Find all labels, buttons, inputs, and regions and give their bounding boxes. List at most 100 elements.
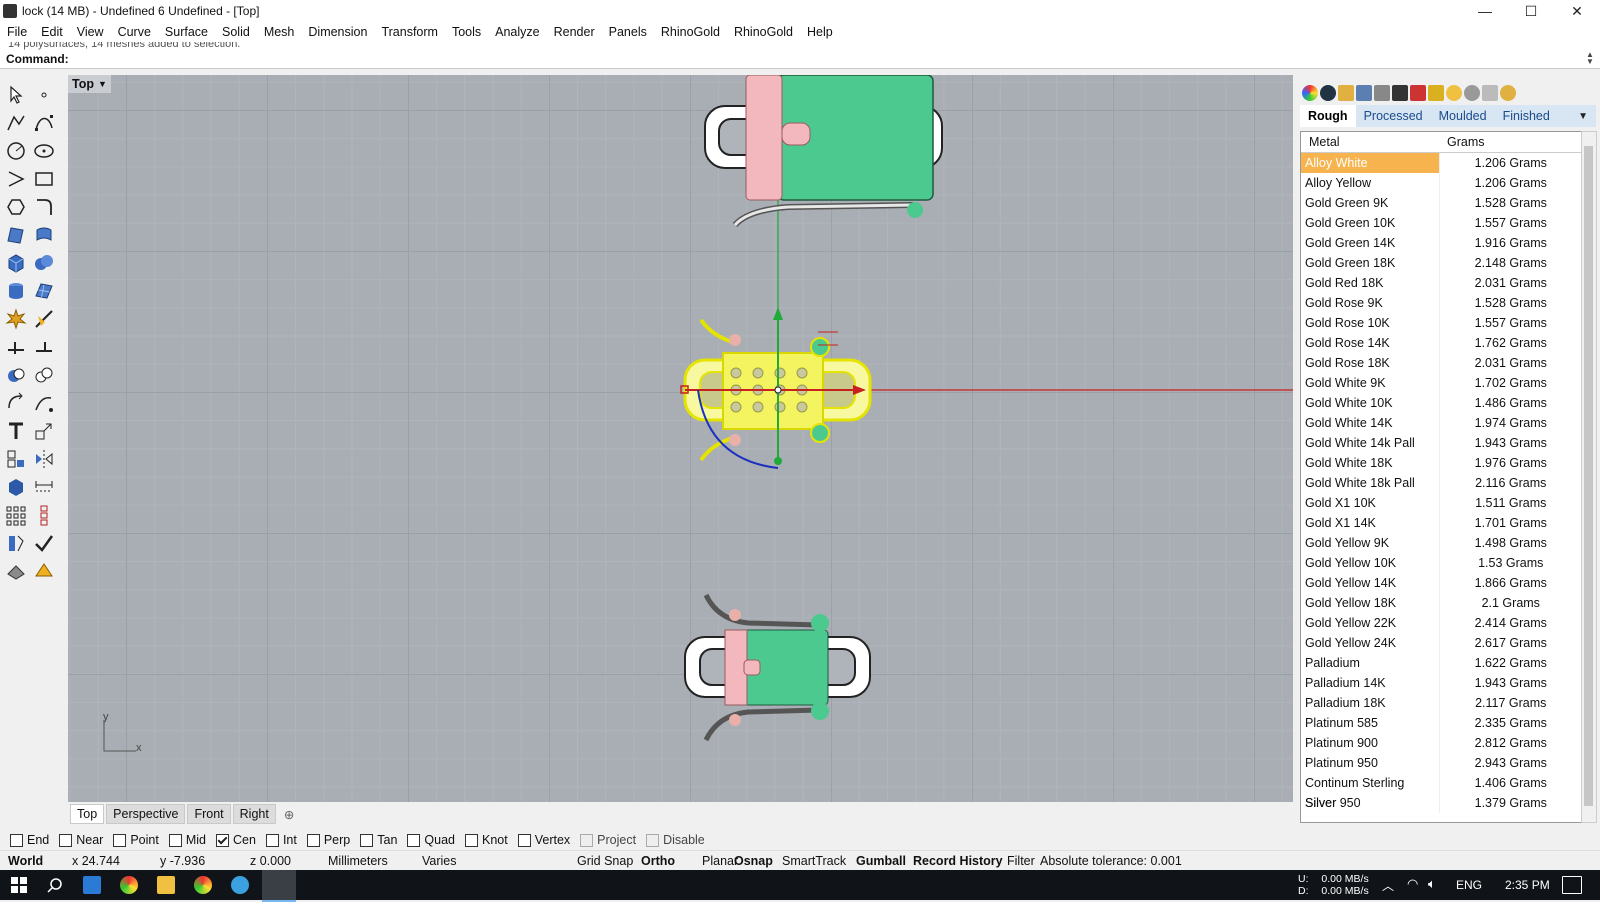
table-row[interactable]: Gold X1 10K 1.511 Grams [1301, 493, 1582, 513]
explode-icon[interactable] [5, 308, 27, 330]
table-row[interactable]: Palladium 1.622 Grams [1301, 653, 1582, 673]
split-icon[interactable] [5, 336, 27, 358]
rhino-taskbar-icon[interactable] [262, 870, 296, 902]
monitor-icon[interactable] [1392, 85, 1408, 101]
table-row[interactable]: Gold Yellow 9K 1.498 Grams [1301, 533, 1582, 553]
palette-icon[interactable] [1500, 85, 1516, 101]
checkbox-icon[interactable] [517, 833, 531, 847]
check-icon[interactable] [33, 532, 55, 554]
sphere-union-icon[interactable] [33, 252, 55, 274]
rhinogold-icon[interactable] [1428, 85, 1444, 101]
polygon-icon[interactable] [5, 196, 27, 218]
gumball-toggle[interactable]: Gumball [856, 854, 906, 868]
table-row[interactable]: Gold White 18K 1.976 Grams [1301, 453, 1582, 473]
menu-surface[interactable]: Surface [158, 22, 215, 42]
osnap-int[interactable]: Int [265, 833, 297, 847]
orient-curve-icon[interactable] [33, 392, 55, 414]
minimize-button[interactable]: — [1462, 0, 1508, 24]
table-row[interactable]: Alloy White 1.206 Grams [1301, 153, 1582, 173]
table-row[interactable]: Gold Rose 9K 1.528 Grams [1301, 293, 1582, 313]
scale-icon[interactable] [33, 420, 55, 442]
table-row[interactable]: Gold Yellow 24K 2.617 Grams [1301, 633, 1582, 653]
color-wheel-icon[interactable] [1302, 85, 1318, 101]
language-indicator[interactable]: ENG [1456, 878, 1482, 892]
select-arrow-icon[interactable] [5, 84, 27, 106]
material-ball-icon[interactable] [1320, 85, 1336, 101]
mirror-icon[interactable] [33, 448, 55, 470]
material-icon[interactable] [33, 560, 55, 582]
gear-icon[interactable] [1464, 85, 1480, 101]
checkbox-icon[interactable] [216, 833, 229, 847]
table-row[interactable]: Gold Yellow 10K 1.53 Grams [1301, 553, 1582, 573]
wrench-icon[interactable] [1374, 85, 1390, 101]
table-row[interactable]: Continum Sterling Silver 1.406 Grams [1301, 773, 1582, 810]
search-icon[interactable] [46, 876, 64, 894]
table-row[interactable]: Gold White 14k Pall 1.943 Grams [1301, 433, 1582, 453]
maximize-button[interactable]: ☐ [1508, 0, 1554, 24]
image-icon[interactable] [1356, 85, 1372, 101]
osnap-perp[interactable]: Perp [306, 833, 350, 847]
polyline-icon[interactable] [5, 112, 27, 134]
column-metal[interactable]: Metal [1301, 132, 1439, 152]
table-row[interactable]: Alloy Yellow 1.206 Grams [1301, 173, 1582, 193]
checkbox-icon[interactable] [360, 833, 374, 847]
checkbox-icon[interactable] [407, 833, 421, 847]
solid-box-icon[interactable] [5, 476, 27, 498]
record-history-toggle[interactable]: Record History [913, 854, 1003, 868]
analyze-icon[interactable] [5, 532, 27, 554]
table-row[interactable]: Palladium 14K 1.943 Grams [1301, 673, 1582, 693]
tray-chevron-icon[interactable]: ︿ [1382, 877, 1394, 894]
render-icon[interactable] [5, 560, 27, 582]
planar-toggle[interactable]: Planar [702, 854, 738, 868]
tab-moulded[interactable]: Moulded [1431, 109, 1495, 123]
layer-label[interactable]: Varies [422, 854, 457, 868]
checkbox-icon[interactable] [168, 833, 182, 847]
table-row[interactable]: Gold Green 14K 1.916 Grams [1301, 233, 1582, 253]
calendar-icon[interactable] [1482, 85, 1498, 101]
menu-transform[interactable]: Transform [374, 22, 445, 42]
table-row[interactable]: Silver 950 1.379 Grams [1301, 793, 1582, 813]
table-row[interactable]: Gold Rose 10K 1.557 Grams [1301, 313, 1582, 333]
scrollbar-thumb[interactable] [1584, 146, 1593, 806]
column-grams[interactable]: Grams [1439, 132, 1577, 152]
table-row[interactable]: Gold Yellow 18K 2.1 Grams [1301, 593, 1582, 613]
menu-solid[interactable]: Solid [215, 22, 257, 42]
checkbox-icon[interactable] [306, 833, 320, 847]
osnap-tan[interactable]: Tan [360, 833, 397, 847]
menu-mesh[interactable]: Mesh [257, 22, 302, 42]
checkbox-icon[interactable] [646, 833, 660, 847]
units-label[interactable]: Millimeters [328, 854, 388, 868]
menu-dimension[interactable]: Dimension [301, 22, 374, 42]
osnap-disable[interactable]: Disable [646, 833, 705, 847]
group-icon[interactable] [5, 448, 27, 470]
table-row[interactable]: Gold Yellow 22K 2.414 Grams [1301, 613, 1582, 633]
osnap-end[interactable]: End [10, 833, 49, 847]
checkbox-icon[interactable] [10, 833, 23, 847]
notifications-icon[interactable] [1562, 876, 1582, 894]
tab-rough[interactable]: Rough [1300, 105, 1356, 127]
osnap-toggle[interactable]: Osnap [734, 854, 773, 868]
box-icon[interactable] [5, 252, 27, 274]
vscode-icon[interactable] [83, 876, 101, 894]
file-explorer-icon[interactable] [157, 876, 175, 894]
surface-corner-icon[interactable] [5, 224, 27, 246]
smarttrack-toggle[interactable]: SmartTrack [782, 854, 846, 868]
checkbox-icon[interactable] [59, 833, 73, 847]
command-scroll-arrows[interactable]: ▲ ▼ [1586, 51, 1596, 66]
tab-front[interactable]: Front [187, 804, 231, 824]
checkbox-icon[interactable] [580, 833, 594, 847]
table-row[interactable]: Palladium 18K 2.117 Grams [1301, 693, 1582, 713]
tab-processed[interactable]: Processed [1356, 109, 1431, 123]
menu-curve[interactable]: Curve [111, 22, 158, 42]
command-input[interactable] [70, 51, 1574, 67]
osnap-knot[interactable]: Knot [465, 833, 508, 847]
table-row[interactable]: Gold White 9K 1.702 Grams [1301, 373, 1582, 393]
add-viewport-icon[interactable]: ⊕ [278, 805, 300, 824]
table-row[interactable]: Gold White 18k Pall 2.116 Grams [1301, 473, 1582, 493]
table-row[interactable]: Gold X1 14K 1.701 Grams [1301, 513, 1582, 533]
loft-icon[interactable] [33, 224, 55, 246]
grid-snap-toggle[interactable]: Grid Snap [577, 854, 633, 868]
viewport-name[interactable]: Top [72, 77, 94, 91]
tab-top[interactable]: Top [70, 804, 105, 824]
osnap-near[interactable]: Near [59, 833, 103, 847]
